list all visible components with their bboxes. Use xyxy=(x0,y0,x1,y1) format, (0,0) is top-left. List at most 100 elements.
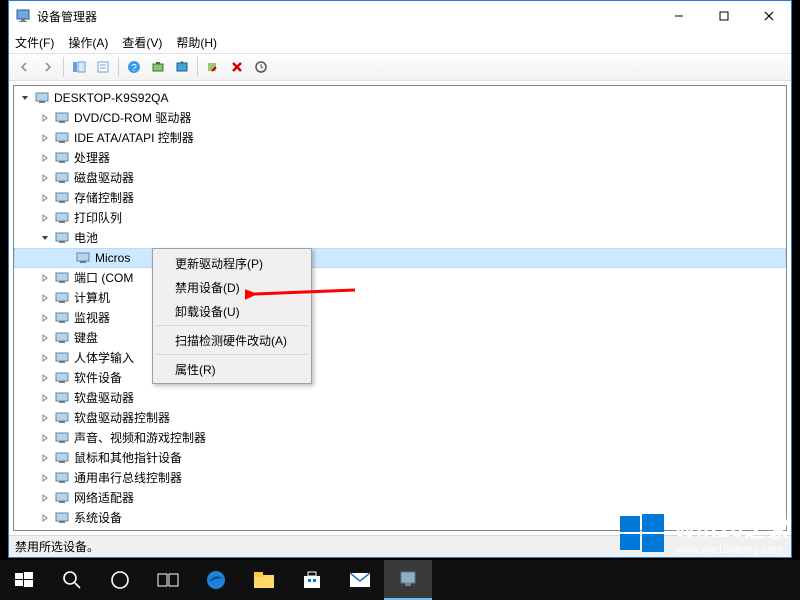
start-button[interactable] xyxy=(0,560,48,600)
menu-help[interactable]: 帮助(H) xyxy=(176,34,217,51)
chevron-right-icon[interactable] xyxy=(38,151,52,165)
store-icon[interactable] xyxy=(288,560,336,600)
tree-category[interactable]: 存储控制器 xyxy=(14,188,786,208)
device-tree-panel[interactable]: DESKTOP-K9S92QADVD/CD-ROM 驱动器IDE ATA/ATA… xyxy=(13,85,787,531)
tree-root[interactable]: DESKTOP-K9S92QA xyxy=(14,88,786,108)
tree-category[interactable]: DVD/CD-ROM 驱动器 xyxy=(14,108,786,128)
watermark-url: www.win10xitong.com xyxy=(674,544,790,556)
menubar: 文件(F) 操作(A) 查看(V) 帮助(H) xyxy=(9,31,791,53)
task-view-icon[interactable] xyxy=(144,560,192,600)
chevron-right-icon[interactable] xyxy=(38,411,52,425)
help-button[interactable]: ? xyxy=(123,56,145,78)
scan-hardware-button[interactable] xyxy=(147,56,169,78)
show-hide-tree-button[interactable] xyxy=(68,56,90,78)
update-driver-button[interactable] xyxy=(171,56,193,78)
ctx-properties[interactable]: 属性(R) xyxy=(155,357,309,381)
device-category-icon xyxy=(54,230,70,246)
window-title: 设备管理器 xyxy=(37,8,656,25)
device-category-icon xyxy=(54,190,70,206)
disable-device-button[interactable] xyxy=(202,56,224,78)
chevron-right-icon[interactable] xyxy=(38,351,52,365)
cortana-icon[interactable] xyxy=(96,560,144,600)
chevron-right-icon[interactable] xyxy=(38,211,52,225)
taskbar[interactable] xyxy=(0,560,800,600)
scan-changes-button[interactable] xyxy=(250,56,272,78)
chevron-down-icon[interactable] xyxy=(38,231,52,245)
app-icon xyxy=(15,8,31,24)
tree-category[interactable]: 人体学输入 xyxy=(14,348,786,368)
properties-button[interactable] xyxy=(92,56,114,78)
device-category-icon xyxy=(54,430,70,446)
chevron-right-icon[interactable] xyxy=(38,371,52,385)
win10-logo-icon xyxy=(618,510,666,558)
tree-device-selected[interactable]: Micros xyxy=(14,248,786,268)
tree-category[interactable]: 声音、视频和游戏控制器 xyxy=(14,428,786,448)
file-explorer-icon[interactable] xyxy=(240,560,288,600)
forward-button[interactable] xyxy=(37,56,59,78)
ctx-uninstall-device[interactable]: 卸载设备(U) xyxy=(155,299,309,323)
chevron-none xyxy=(59,251,73,265)
device-category-icon xyxy=(54,290,70,306)
chevron-right-icon[interactable] xyxy=(38,511,52,525)
device-category-icon xyxy=(54,270,70,286)
device-category-icon xyxy=(54,410,70,426)
chevron-down-icon[interactable] xyxy=(18,91,32,105)
watermark: Win10之家 www.win10xitong.com xyxy=(618,510,790,558)
chevron-right-icon[interactable] xyxy=(38,491,52,505)
chevron-right-icon[interactable] xyxy=(38,111,52,125)
maximize-button[interactable] xyxy=(701,1,746,30)
back-button[interactable] xyxy=(13,56,35,78)
chevron-right-icon[interactable] xyxy=(38,391,52,405)
chevron-right-icon[interactable] xyxy=(38,171,52,185)
device-category-icon xyxy=(54,490,70,506)
mail-icon[interactable] xyxy=(336,560,384,600)
chevron-right-icon[interactable] xyxy=(38,271,52,285)
chevron-right-icon[interactable] xyxy=(38,331,52,345)
watermark-title: Win10之家 xyxy=(674,512,790,544)
chevron-right-icon[interactable] xyxy=(38,431,52,445)
menu-action[interactable]: 操作(A) xyxy=(68,34,108,51)
toolbar-separator xyxy=(118,57,119,77)
battery-icon xyxy=(75,250,91,266)
tree-category[interactable]: 软盘驱动器控制器 xyxy=(14,408,786,428)
ctx-disable-device[interactable]: 禁用设备(D) xyxy=(155,275,309,299)
edge-icon[interactable] xyxy=(192,560,240,600)
toolbar: ? xyxy=(9,53,791,81)
tree-category[interactable]: 软盘驱动器 xyxy=(14,388,786,408)
device-category-icon xyxy=(54,110,70,126)
titlebar[interactable]: 设备管理器 xyxy=(9,1,791,31)
ctx-scan-hardware[interactable]: 扫描检测硬件改动(A) xyxy=(155,328,309,352)
tree-category[interactable]: 处理器 xyxy=(14,148,786,168)
device-category-icon xyxy=(54,450,70,466)
tree-category[interactable]: 计算机 xyxy=(14,288,786,308)
tree-category[interactable]: 网络适配器 xyxy=(14,488,786,508)
tree-category[interactable]: 鼠标和其他指针设备 xyxy=(14,448,786,468)
tree-category[interactable]: 通用串行总线控制器 xyxy=(14,468,786,488)
uninstall-button[interactable] xyxy=(226,56,248,78)
device-category-icon xyxy=(54,330,70,346)
tree-category[interactable]: 监视器 xyxy=(14,308,786,328)
chevron-right-icon[interactable] xyxy=(38,131,52,145)
device-manager-taskbar-icon[interactable] xyxy=(384,560,432,600)
tree-category[interactable]: 电池 xyxy=(14,228,786,248)
tree-category[interactable]: IDE ATA/ATAPI 控制器 xyxy=(14,128,786,148)
tree-category[interactable]: 打印队列 xyxy=(14,208,786,228)
menu-file[interactable]: 文件(F) xyxy=(15,34,54,51)
tree-category[interactable]: 磁盘驱动器 xyxy=(14,168,786,188)
minimize-button[interactable] xyxy=(656,1,701,30)
device-category-icon xyxy=(54,170,70,186)
chevron-right-icon[interactable] xyxy=(38,291,52,305)
close-button[interactable] xyxy=(746,1,791,30)
tree-category[interactable]: 端口 (COM xyxy=(14,268,786,288)
tree-category[interactable]: 键盘 xyxy=(14,328,786,348)
chevron-right-icon[interactable] xyxy=(38,451,52,465)
menu-view[interactable]: 查看(V) xyxy=(122,34,162,51)
search-icon[interactable] xyxy=(48,560,96,600)
ctx-separator xyxy=(156,354,308,355)
chevron-right-icon[interactable] xyxy=(38,311,52,325)
chevron-right-icon[interactable] xyxy=(38,471,52,485)
chevron-right-icon[interactable] xyxy=(38,191,52,205)
ctx-update-driver[interactable]: 更新驱动程序(P) xyxy=(155,251,309,275)
tree-category[interactable]: 软件设备 xyxy=(14,368,786,388)
toolbar-separator xyxy=(63,57,64,77)
